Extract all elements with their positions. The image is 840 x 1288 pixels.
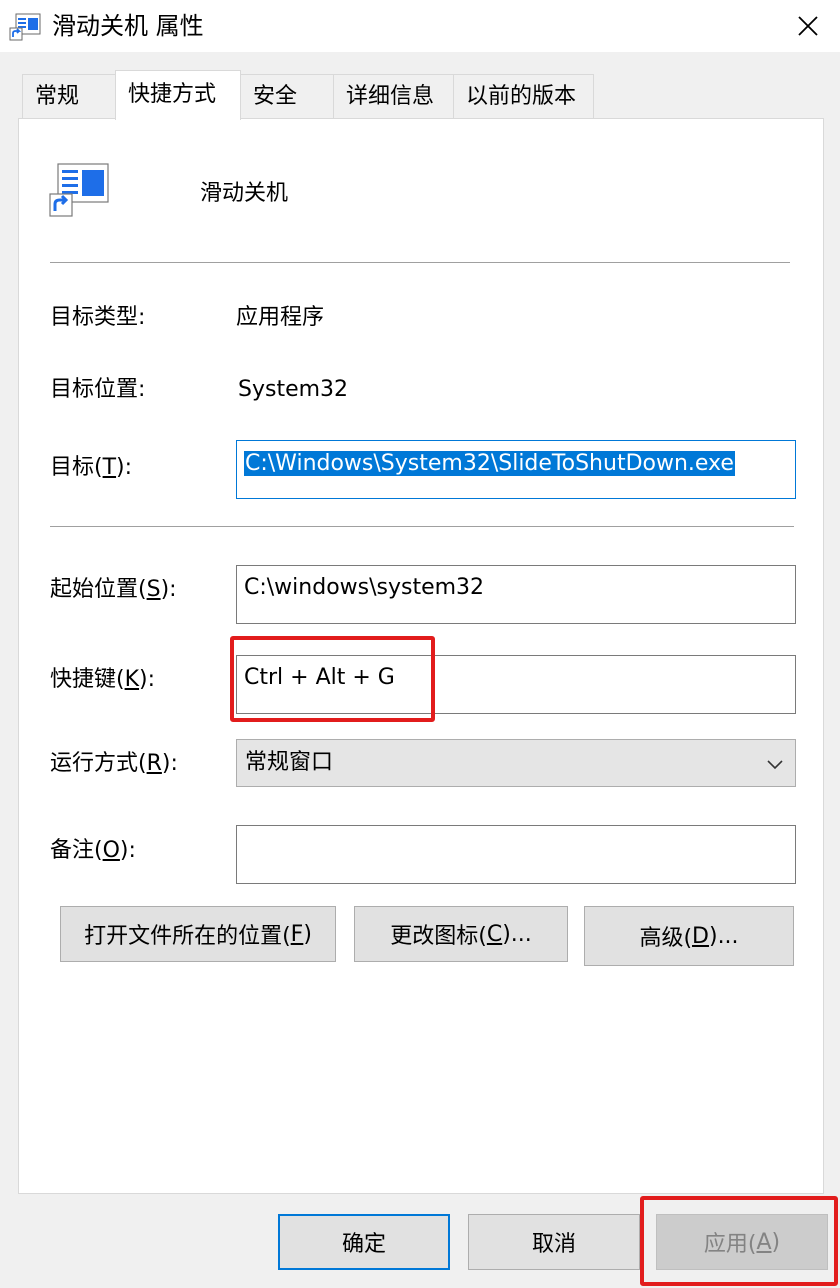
tab-label: 详细信息 [346, 84, 435, 109]
button-label: )... [708, 923, 739, 949]
access-key: A [756, 1229, 772, 1255]
label-text: ): [161, 751, 178, 776]
tab-label: 安全 [253, 84, 298, 109]
run-mode-value: 常规窗口 [245, 750, 334, 775]
close-button[interactable] [784, 6, 832, 46]
target-field-text: C:\Windows\System32\SlideToShutDown.exe [244, 448, 735, 480]
button-label: )... [502, 921, 532, 947]
button-label: 取消 [531, 1232, 576, 1257]
label-text: 目标( [50, 455, 103, 480]
hotkey-label: 快捷键(K): [50, 664, 155, 696]
button-label: ) [771, 1229, 781, 1255]
chevron-down-icon [767, 760, 783, 770]
hotkey-value: Ctrl + Alt + G [244, 665, 395, 690]
hotkey-field[interactable]: Ctrl + Alt + G [236, 655, 796, 714]
target-label: 目标(T): [50, 452, 132, 484]
tab-previous-versions[interactable]: 以前的版本 [453, 74, 594, 118]
access-key: D [692, 923, 709, 949]
tab-label: 快捷方式 [128, 82, 217, 107]
label-text: ): [119, 838, 136, 863]
access-key: C [486, 921, 503, 947]
apply-button[interactable]: 应用(A) [656, 1214, 828, 1270]
access-key: T [102, 455, 117, 480]
button-label: 应用( [703, 1232, 757, 1257]
target-location-value: System32 [238, 377, 349, 402]
run-label: 运行方式(R): [50, 748, 178, 780]
button-label: 更改图标( [390, 924, 487, 949]
start-in-label: 起始位置(S): [50, 574, 177, 606]
tab-security[interactable]: 安全 [240, 74, 334, 118]
button-label: 打开文件所在的位置( [84, 924, 291, 949]
access-key: S [146, 577, 161, 602]
label-text: 备注( [50, 838, 103, 863]
button-label: ) [303, 921, 312, 947]
tab-shortcut[interactable]: 快捷方式 [115, 70, 241, 120]
tab-general[interactable]: 常规 [22, 74, 116, 118]
label-text: ): [116, 455, 133, 480]
comment-label: 备注(O): [50, 835, 136, 867]
comment-field[interactable] [236, 825, 796, 884]
divider [50, 526, 794, 527]
shortcut-large-icon [48, 162, 112, 218]
shortcut-name: 滑动关机 [200, 181, 289, 206]
access-key: R [146, 751, 162, 776]
target-value: C:\Windows\System32\SlideToShutDown.exe [244, 451, 735, 476]
target-type-label: 目标类型: [50, 305, 146, 330]
label-text: ): [160, 577, 177, 602]
window-title: 滑动关机 属性 [52, 12, 204, 40]
tab-label: 常规 [35, 84, 80, 109]
target-field[interactable]: C:\Windows\System32\SlideToShutDown.exe [236, 440, 796, 499]
start-in-field[interactable]: C:\windows\system32 [236, 565, 796, 624]
change-icon-button[interactable]: 更改图标(C)... [354, 906, 568, 962]
target-type-value: 应用程序 [236, 305, 325, 330]
button-label: 确定 [341, 1232, 386, 1257]
access-key: K [124, 667, 140, 692]
label-text: 运行方式( [50, 751, 147, 776]
label-text: ): [139, 667, 156, 692]
button-label: 高级( [639, 926, 693, 951]
access-key: F [290, 921, 304, 947]
tab-label: 以前的版本 [466, 84, 577, 109]
target-location-label: 目标位置: [50, 377, 146, 402]
access-key: O [102, 838, 120, 863]
cancel-button[interactable]: 取消 [468, 1214, 640, 1270]
close-icon [798, 16, 818, 36]
open-file-location-button[interactable]: 打开文件所在的位置(F) [60, 906, 336, 962]
run-mode-select[interactable]: 常规窗口 [236, 739, 796, 787]
divider [50, 262, 790, 263]
shortcut-app-icon [8, 12, 42, 42]
tab-details[interactable]: 详细信息 [333, 74, 454, 118]
label-text: 快捷键( [50, 667, 125, 692]
start-in-value: C:\windows\system32 [244, 575, 485, 600]
ok-button[interactable]: 确定 [278, 1214, 450, 1270]
label-text: 起始位置( [50, 577, 147, 602]
advanced-button[interactable]: 高级(D)... [584, 906, 794, 966]
